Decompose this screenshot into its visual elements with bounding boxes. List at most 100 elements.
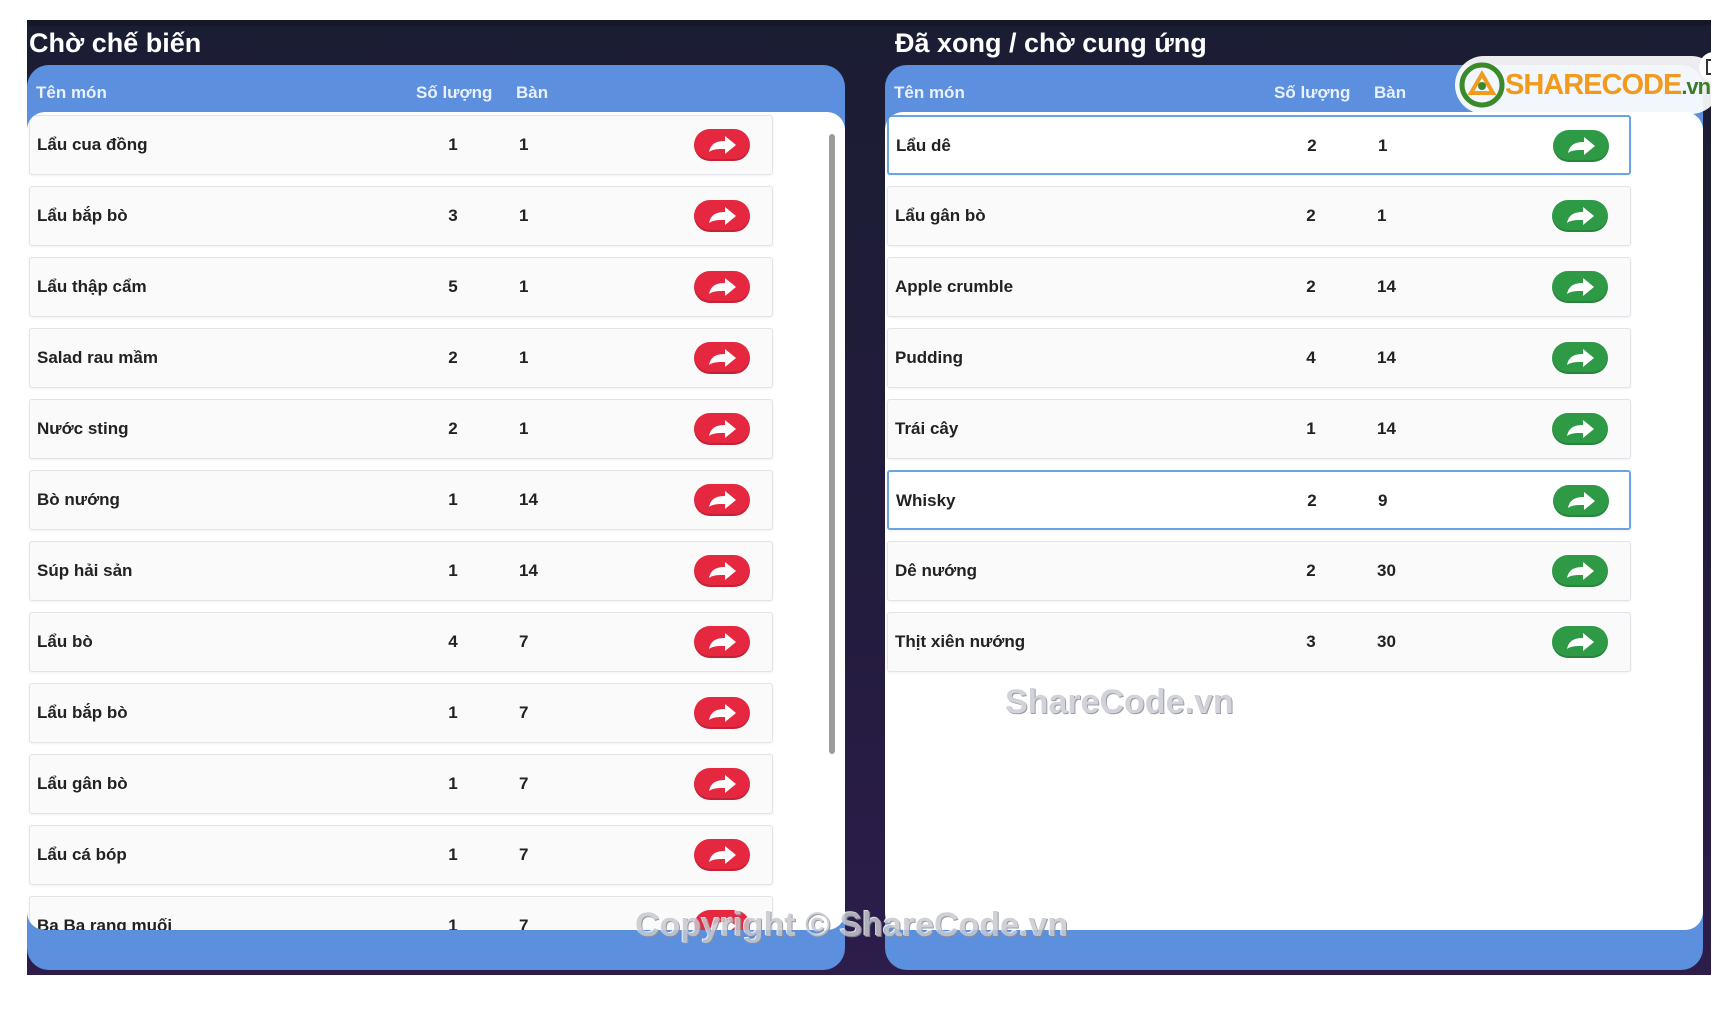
forward-arrow-icon [1563, 346, 1597, 370]
dish-quantity: 2 [1306, 206, 1316, 225]
pending-list: Lẩu cua đồng 1 1 Lẩu bắp bò 3 1 Lẩu thập cẩm 5 1… [27, 112, 845, 930]
order-row[interactable]: Dê nướng 2 30 [887, 541, 1631, 601]
pending-list-area[interactable]: Lẩu cua đồng 1 1 Lẩu bắp bò 3 1 Lẩu thập cẩm 5 1… [27, 112, 845, 930]
move-item-button[interactable] [1552, 271, 1608, 303]
table-number: 14 [1377, 277, 1396, 296]
sharecode-logo-text: SHARECODE.vn [1505, 69, 1711, 102]
table-number: 1 [519, 206, 529, 225]
move-item-button[interactable] [694, 271, 750, 303]
dish-quantity: 1 [448, 916, 458, 930]
order-row[interactable]: Lẩu cua đồng 1 1 [29, 115, 773, 175]
move-item-button[interactable] [1553, 485, 1609, 517]
forward-arrow-icon [1563, 630, 1597, 654]
table-number: 14 [1377, 348, 1396, 367]
pending-panel: Tên món Số lượng Bàn Lẩu cua đồng 1 1 Lẩu b… [27, 65, 845, 970]
order-row[interactable]: Lẩu cá bóp 1 7 [29, 825, 773, 885]
dish-quantity: 3 [1306, 632, 1316, 651]
move-item-button[interactable] [694, 768, 750, 800]
forward-arrow-icon [705, 488, 739, 512]
order-row[interactable]: Pudding 4 14 [887, 328, 1631, 388]
move-item-button[interactable] [1552, 555, 1608, 587]
order-row[interactable]: Lẩu gân bò 1 7 [29, 754, 773, 814]
order-row[interactable]: Lẩu bắp bò 1 7 [29, 683, 773, 743]
done-list-area[interactable]: Lẩu dê 2 1 Lẩu gân bò 2 1 Apple crumble 2 14 Pudd… [885, 112, 1703, 930]
dish-name: Lẩu bắp bò [37, 703, 128, 722]
table-number: 7 [519, 845, 529, 864]
done-col-qty: Số lượng [1274, 83, 1351, 102]
dish-name: Súp hải sản [37, 561, 133, 580]
pending-scrollbar[interactable] [829, 134, 835, 754]
dish-name: Dê nướng [895, 561, 978, 580]
move-item-button[interactable] [1552, 626, 1608, 658]
dish-name: Lẩu cua đồng [37, 135, 148, 154]
order-row[interactable]: Lẩu bò 4 7 [29, 612, 773, 672]
done-panel: Tên món Số lượng Bàn Lẩu dê 2 1 Lẩu gân bò 2… [885, 65, 1703, 970]
dish-quantity: 1 [1306, 419, 1316, 438]
order-row[interactable]: Salad rau mầm 2 1 [29, 328, 773, 388]
table-number: 14 [519, 490, 538, 509]
dish-name: Nước sting [37, 419, 129, 438]
dish-name: Bò nướng [37, 490, 120, 509]
dish-name: Ba Ba rang muối [37, 916, 173, 930]
order-row[interactable]: Lẩu gân bò 2 1 [887, 186, 1631, 246]
dish-name: Whisky [896, 491, 956, 510]
order-row[interactable]: Trái cây 1 14 [887, 399, 1631, 459]
order-row[interactable]: Whisky 2 9 [887, 470, 1631, 530]
order-row[interactable]: Lẩu thập cẩm 5 1 [29, 257, 773, 317]
table-number: 30 [1377, 561, 1396, 580]
dish-name: Lẩu gân bò [895, 206, 986, 225]
sharecode-logo-icon [1459, 62, 1505, 108]
move-item-button[interactable] [694, 484, 750, 516]
move-item-button[interactable] [694, 555, 750, 587]
dish-quantity: 1 [448, 561, 458, 580]
move-item-button[interactable] [1552, 413, 1608, 445]
dish-quantity: 2 [1307, 491, 1317, 510]
forward-arrow-icon [705, 275, 739, 299]
dish-quantity: 2 [448, 348, 458, 367]
table-number: 30 [1377, 632, 1396, 651]
move-item-button[interactable] [694, 129, 750, 161]
move-item-button[interactable] [694, 839, 750, 871]
order-row[interactable]: Bò nướng 1 14 [29, 470, 773, 530]
move-item-button[interactable] [1553, 130, 1609, 162]
order-row[interactable]: Lẩu dê 2 1 [887, 115, 1631, 175]
order-row[interactable]: Apple crumble 2 14 [887, 257, 1631, 317]
dish-quantity: 4 [1306, 348, 1316, 367]
dish-name: Lẩu thập cẩm [37, 277, 147, 296]
dish-quantity: 1 [448, 845, 458, 864]
done-title: Đã xong / chờ cung ứng [895, 28, 1207, 58]
forward-arrow-icon [705, 772, 739, 796]
table-number: 9 [1378, 491, 1388, 510]
order-row[interactable]: Lẩu bắp bò 3 1 [29, 186, 773, 246]
forward-arrow-icon [1563, 417, 1597, 441]
table-number: 1 [519, 419, 529, 438]
forward-arrow-icon [705, 133, 739, 157]
done-col-name: Tên món [894, 83, 965, 102]
move-item-button[interactable] [694, 342, 750, 374]
pending-col-table: Bàn [516, 83, 549, 102]
table-number: 7 [519, 774, 529, 793]
sharecode-logo: SHARECODE.vn [1455, 56, 1711, 114]
order-row[interactable]: Nước sting 2 1 [29, 399, 773, 459]
dish-quantity: 1 [448, 490, 458, 509]
dish-quantity: 3 [448, 206, 458, 225]
table-number: 1 [519, 277, 529, 296]
table-number: 14 [519, 561, 538, 580]
move-item-button[interactable] [694, 697, 750, 729]
table-number: 1 [1377, 206, 1387, 225]
dish-name: Salad rau mầm [37, 348, 158, 367]
order-row[interactable]: Thịt xiên nướng 3 30 [887, 612, 1631, 672]
table-number: 1 [519, 135, 529, 154]
forward-arrow-icon [1564, 489, 1598, 513]
move-item-button[interactable] [1552, 342, 1608, 374]
order-row[interactable]: Súp hải sản 1 14 [29, 541, 773, 601]
move-item-button[interactable] [694, 413, 750, 445]
move-item-button[interactable] [694, 626, 750, 658]
move-item-button[interactable] [694, 200, 750, 232]
table-number: 14 [1377, 419, 1396, 438]
dish-name: Trái cây [895, 419, 959, 438]
move-item-button[interactable] [1552, 200, 1608, 232]
forward-arrow-icon [705, 559, 739, 583]
forward-arrow-icon [705, 630, 739, 654]
forward-arrow-icon [705, 204, 739, 228]
